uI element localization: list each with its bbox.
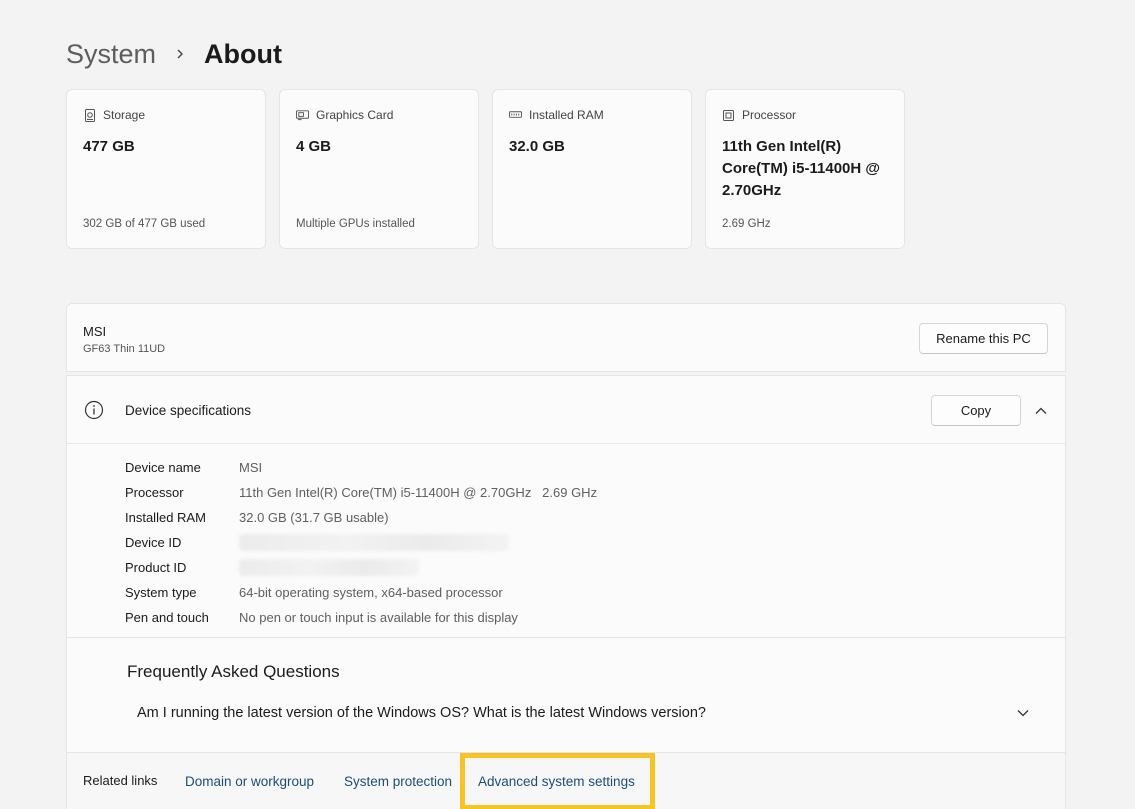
pc-name: MSI [83, 324, 107, 339]
card-label: Processor [742, 108, 797, 122]
card-label: Graphics Card [316, 108, 394, 122]
link-system-protection[interactable]: System protection [344, 774, 452, 789]
redacted-product-id [239, 559, 419, 576]
spec-label: Device name [125, 460, 201, 475]
card-subtext: Multiple GPUs installed [296, 218, 415, 230]
faq-question[interactable]: Am I running the latest version of the W… [137, 705, 706, 721]
pc-model: GF63 Thin 11UD [83, 343, 166, 355]
storage-icon [83, 108, 96, 122]
link-advanced-system-settings[interactable]: Advanced system settings [478, 774, 635, 789]
card-value: 11th Gen Intel(R) Core(TM) i5-11400H @ 2… [722, 138, 881, 199]
redacted-device-id [239, 534, 509, 551]
summary-cards: Storage 477 GB 302 GB of 477 GB used Gra… [66, 89, 905, 249]
spec-label: Product ID [125, 560, 187, 575]
spec-value: 64-bit operating system, x64-based proce… [239, 585, 503, 600]
spec-value: 32.0 GB (31.7 GB usable) [239, 510, 389, 525]
link-domain-or-workgroup[interactable]: Domain or workgroup [185, 774, 314, 789]
breadcrumb: System About [66, 34, 282, 74]
card-label: Installed RAM [529, 108, 604, 122]
info-icon [84, 400, 104, 420]
card-subtext: 2.69 GHz [722, 218, 771, 230]
processor-icon [722, 109, 735, 122]
card-storage: Storage 477 GB 302 GB of 477 GB used [66, 89, 266, 249]
spec-row-system-type: System type 64-bit operating system, x64… [125, 580, 597, 605]
rename-pc-button[interactable]: Rename this PC [919, 323, 1048, 354]
device-specifications-title: Device specifications [125, 403, 252, 418]
spec-row-processor: Processor 11th Gen Intel(R) Core(TM) i5-… [125, 480, 597, 505]
related-links: Related links Domain or workgroup System… [67, 752, 1065, 809]
chevron-right-icon [172, 46, 188, 62]
card-label: Storage [103, 108, 146, 122]
spec-label: System type [125, 585, 197, 600]
spec-label: Device ID [125, 535, 182, 550]
spec-label: Processor [125, 485, 184, 500]
spec-row-device-name: Device name MSI [125, 455, 597, 480]
spec-value: No pen or touch input is available for t… [239, 610, 518, 625]
device-specifications-header[interactable]: Device specifications Copy [67, 376, 1065, 444]
spec-value: MSI [239, 460, 263, 475]
about-page: System About Storage 477 GB 302 GB of 47… [0, 0, 1135, 809]
card-value: 477 GB [83, 138, 135, 155]
card-graphics: Graphics Card 4 GB Multiple GPUs install… [279, 89, 479, 249]
spec-row-product-id: Product ID [125, 555, 597, 580]
divider [67, 637, 1065, 638]
spec-row-device-id: Device ID [125, 530, 597, 555]
device-specifications-panel: Device specifications Copy Device name M… [66, 375, 1066, 809]
spec-row-installed-ram: Installed RAM 32.0 GB (31.7 GB usable) [125, 505, 597, 530]
card-value: 4 GB [296, 138, 332, 155]
card-subtext: 302 GB of 477 GB used [83, 218, 206, 230]
spec-value: 11th Gen Intel(R) Core(TM) i5-11400H @ 2… [239, 485, 598, 500]
copy-button[interactable]: Copy [931, 395, 1021, 426]
faq-title: Frequently Asked Questions [127, 662, 340, 681]
spec-label: Installed RAM [125, 510, 206, 525]
related-links-label: Related links [83, 773, 158, 788]
pc-name-row: MSI GF63 Thin 11UD Rename this PC [66, 303, 1066, 372]
graphics-card-icon [296, 109, 309, 122]
breadcrumb-parent[interactable]: System [66, 39, 156, 70]
page-title: About [204, 38, 282, 69]
card-processor: Processor 11th Gen Intel(R) Core(TM) i5-… [705, 89, 905, 249]
spec-label: Pen and touch [125, 610, 209, 625]
ram-icon [509, 109, 522, 122]
card-value: 32.0 GB [509, 138, 565, 155]
spec-row-pen-touch: Pen and touch No pen or touch input is a… [125, 605, 597, 630]
chevron-down-icon[interactable] [1015, 705, 1031, 721]
card-ram: Installed RAM 32.0 GB [492, 89, 692, 249]
spec-list: Device name MSI Processor 11th Gen Intel… [125, 455, 597, 630]
chevron-up-icon[interactable] [1031, 401, 1051, 421]
